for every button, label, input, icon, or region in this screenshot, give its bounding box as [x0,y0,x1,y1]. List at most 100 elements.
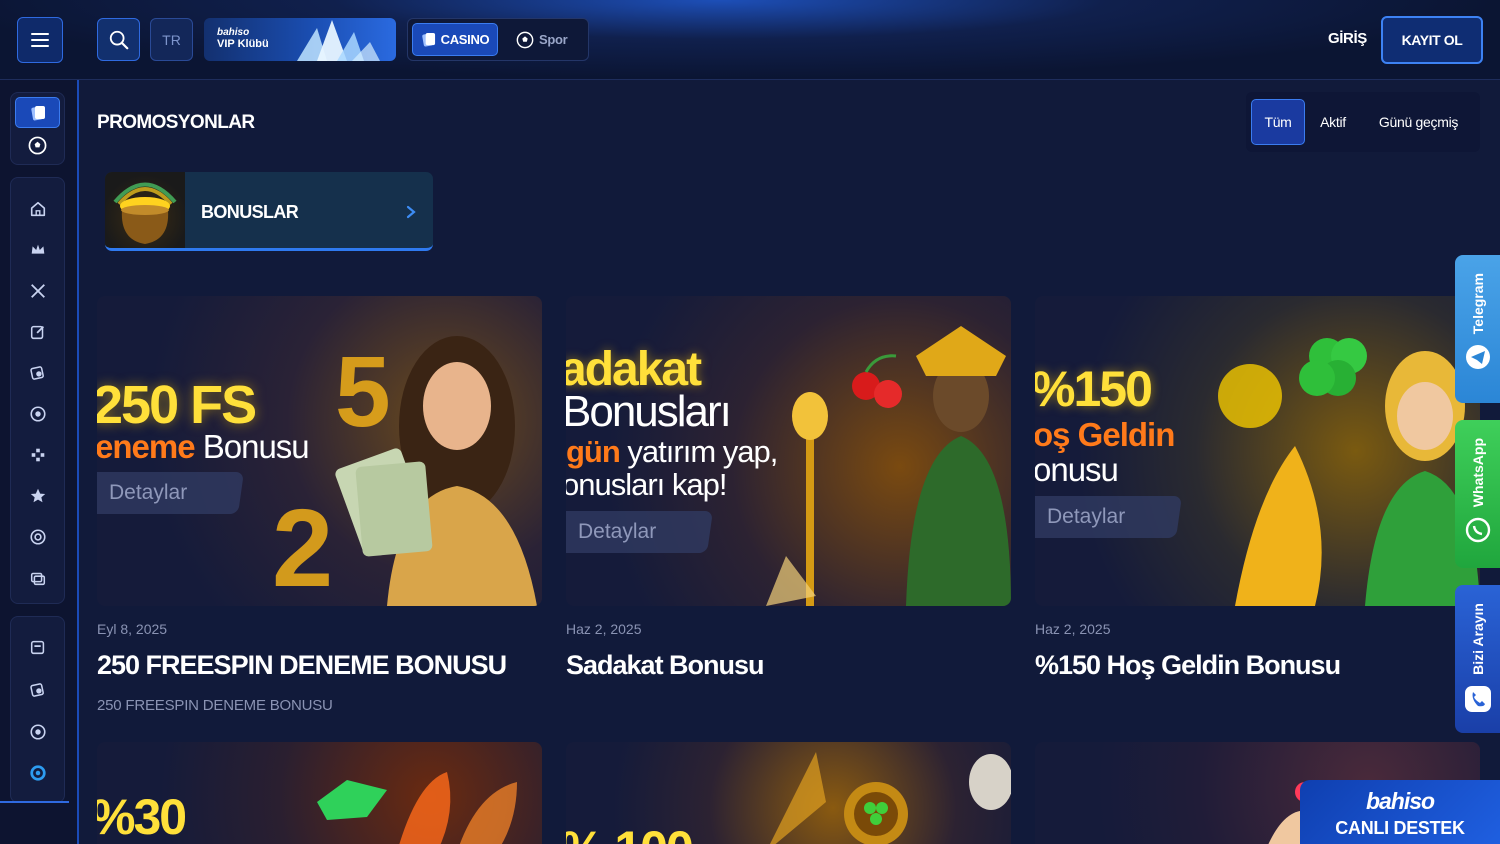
transfer-icon [30,572,45,586]
telegram-icon [1465,345,1490,370]
filter-expired[interactable]: Günü geçmiş [1366,99,1471,145]
login-link[interactable]: GİRİŞ [1328,30,1367,47]
gamepad-icon [31,448,44,462]
sidebar-sport-button[interactable] [11,133,64,157]
vip-club-banner[interactable]: bahiso VIP Klübü [204,18,396,61]
lifebuoy-icon [29,529,46,545]
sidebar-vip[interactable] [11,238,64,262]
sidebar-favorites[interactable] [11,484,64,508]
call-us-label: Bizi Arayın [1469,603,1486,675]
crossed-swords-icon [30,284,45,298]
menu-line [31,33,49,35]
sidebar-transactions[interactable] [11,566,64,590]
page-title: PROMOSYONLAR [97,112,255,133]
promo-title[interactable]: %150 Hoş Geldin Bonusu [1035,650,1341,681]
promo-banner[interactable]: %150 oş Geldin onusu Detaylar [1035,296,1480,606]
promo-card[interactable]: adakat Bonusları gün yatırım yap, onusla… [566,296,1011,680]
top-bar: TR bahiso VIP Klübü CASINO Spor GİRİŞ KA… [0,0,1500,80]
register-button[interactable]: KAYIT OL [1381,16,1483,64]
promo-banner[interactable]: adakat Bonusları gün yatırım yap, onusla… [566,296,1011,606]
promo-filter-tabs: Tüm Aktif Günü geçmiş [1246,92,1480,152]
telegram-label: Telegram [1469,273,1486,335]
whatsapp-contact-tab[interactable]: WhatsApp [1455,420,1500,568]
banner-line-3: gün yatırım yap, [566,434,778,470]
promo-title[interactable]: 250 FREESPIN DENEME BONUSU [97,650,507,681]
sidebar-support[interactable] [11,525,64,549]
soccer-ball-icon [28,136,47,154]
crown-icon [31,244,44,254]
promo-banner[interactable]: % 100 [566,742,1011,844]
filter-all[interactable]: Tüm [1251,99,1305,145]
call-us-tab[interactable]: Bizi Arayın [1455,585,1500,733]
sidebar-slots[interactable] [11,635,64,659]
filter-active[interactable]: Aktif [1308,99,1358,145]
sidebar-live-casino[interactable] [11,402,64,426]
vip-club-label: VIP Klübü [217,38,269,50]
pot-of-gold-image [105,172,185,248]
vip-brand-logo: bahiso [217,27,250,38]
search-icon [109,30,128,49]
banner-line-4: onusları kap! [566,467,727,502]
details-label: Detaylar [109,481,188,504]
sport-mode-button[interactable]: Spor [516,23,568,56]
promo-banner[interactable]: 5 2 250 FS eneme Bonusu Detaylar [97,296,542,606]
banner-subheadline-rest: Bonusu [194,428,310,465]
whatsapp-icon [1465,518,1490,543]
search-button[interactable] [97,18,140,61]
whatsapp-label: WhatsApp [1469,438,1486,508]
svg-text:5: 5 [335,336,391,448]
home-icon [30,201,45,217]
spin-icon [29,765,46,781]
hamburger-menu-button[interactable] [17,17,63,63]
promo-card[interactable]: %150 oş Geldin onusu Detaylar Haz 2, 202… [1035,296,1480,680]
roulette-icon [29,724,46,740]
soccer-ball-icon [516,31,534,48]
sidebar-live-games[interactable] [11,720,64,744]
sidebar-home[interactable] [11,197,64,221]
live-support-label: CANLI DESTEK [1335,818,1465,838]
chevron-right-icon [406,205,416,219]
sidebar-casino-games[interactable] [11,361,64,385]
mode-switch: CASINO Spor [407,18,589,61]
banner-headline: %30 [97,789,187,844]
promo-title[interactable]: Sadakat Bonusu [566,650,765,681]
sidebar-games[interactable] [11,443,64,467]
details-button[interactable]: Detaylar [1035,496,1182,538]
sidebar-blog[interactable] [11,320,64,344]
roulette-icon [29,406,46,422]
banner-subheadline-accent: eneme [97,428,196,465]
details-button[interactable]: Detaylar [97,472,244,514]
sport-label: Spor [539,32,568,47]
banner-line-3: onusu [1035,451,1119,488]
promo-banner[interactable]: %30 [97,742,542,844]
slot-machine-icon [30,640,44,655]
sidebar-casino-button[interactable] [15,97,60,128]
crystal-icon [297,20,380,61]
details-label: Detaylar [1047,505,1126,528]
language-selector[interactable]: TR [150,18,193,61]
casino-chip-icon [29,683,44,697]
live-support-brand: bahiso [1365,788,1435,814]
promo-card[interactable]: 5 2 250 FS eneme Bonusu Detaylar Eyl 8, … [97,296,542,714]
cards-icon [30,105,45,120]
sidebar-active-indicator [0,801,69,803]
sidebar-tournaments[interactable] [11,279,64,303]
telegram-contact-tab[interactable]: Telegram [1455,255,1500,403]
sidebar-special[interactable] [11,761,64,785]
promo-date: Haz 2, 2025 [566,621,642,637]
banner-line-3-accent: gün [566,434,621,469]
promo-date: Haz 2, 2025 [1035,621,1111,637]
banner-headline: 250 FS [97,375,257,435]
sidebar [0,80,79,844]
casino-label: CASINO [440,32,490,47]
category-label: BONUSLAR [201,202,299,222]
banner-line-3-rest: yatırım yap, [619,434,778,469]
star-icon [30,488,45,503]
category-card-bonuses[interactable]: BONUSLAR [105,172,433,251]
details-button[interactable]: Detaylar [566,511,713,553]
sidebar-table-games[interactable] [11,678,64,702]
live-support-button[interactable]: bahiso CANLI DESTEK [1300,780,1500,844]
casino-mode-button[interactable]: CASINO [412,23,498,56]
promo-date: Eyl 8, 2025 [97,621,168,637]
pot-of-gold-icon [113,182,177,244]
